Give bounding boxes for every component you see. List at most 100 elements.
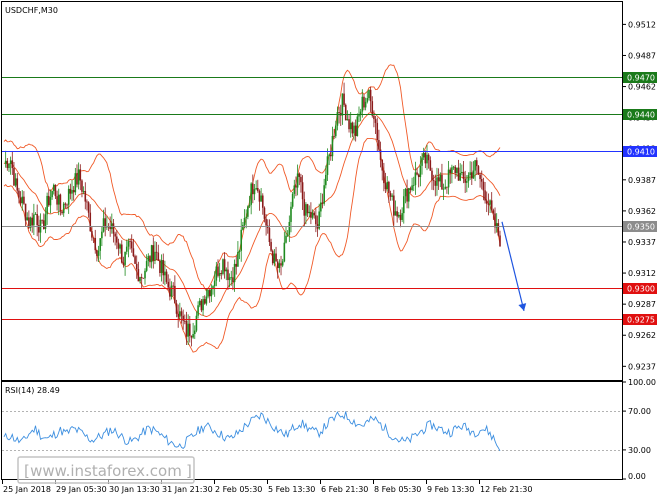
candle-body <box>134 256 136 264</box>
candle-body <box>296 173 299 188</box>
candle-body <box>257 187 259 191</box>
candle-body <box>446 186 448 188</box>
candle-body <box>61 211 63 214</box>
candle-body <box>167 281 170 288</box>
candle-body <box>434 180 437 186</box>
price-tick-label: 0.9462 <box>628 83 656 92</box>
candle-body <box>96 250 98 256</box>
candle-body <box>349 122 352 130</box>
candle-body <box>144 270 146 279</box>
candle-body <box>142 277 145 279</box>
candle-body <box>378 140 380 150</box>
candle-body <box>79 169 82 181</box>
price-tick-label: 0.9262 <box>628 331 656 340</box>
candle-body <box>467 175 470 182</box>
candle-body <box>441 174 443 190</box>
candle-body <box>188 323 191 336</box>
candle-body <box>315 215 317 225</box>
candle-body <box>179 311 181 317</box>
candle-body <box>409 188 412 191</box>
candle-body <box>202 299 204 311</box>
candle-body <box>305 204 307 216</box>
candle-body <box>494 213 496 228</box>
candle-body <box>461 171 463 174</box>
candle-body <box>424 152 427 164</box>
candle-body <box>469 172 471 176</box>
candle-body <box>470 172 473 179</box>
candle-body <box>250 183 252 205</box>
candle-body <box>86 201 88 203</box>
candle-body <box>145 261 148 271</box>
candle-body <box>393 195 395 216</box>
candle-body <box>21 196 24 204</box>
candle-body <box>285 235 287 243</box>
candle-body <box>451 167 453 174</box>
rsi-tick-label: 100.00 <box>628 378 656 387</box>
candle-body <box>56 196 58 205</box>
candle-body <box>91 231 93 238</box>
candle-body <box>412 185 415 186</box>
candle-body <box>278 263 281 269</box>
candle-body <box>414 172 417 186</box>
candle-body <box>130 241 133 249</box>
candle-body <box>175 303 178 314</box>
candle-body <box>384 183 387 190</box>
candle-body <box>102 218 105 232</box>
candle-body <box>190 335 193 338</box>
candle-body <box>154 251 156 261</box>
candle-body <box>210 287 213 297</box>
candle-body <box>238 250 241 253</box>
candle-body <box>150 245 153 263</box>
candle-body <box>341 93 344 116</box>
candle-body <box>180 311 183 316</box>
candle-body <box>31 217 34 226</box>
candle-body <box>9 160 12 164</box>
rsi-title: RSI(14) 28.49 <box>5 386 60 395</box>
candle-body <box>321 202 324 204</box>
candle-body <box>253 189 256 195</box>
candle-body <box>404 188 407 197</box>
candle-body <box>187 323 189 337</box>
candle-body <box>223 259 226 272</box>
candle-body <box>346 119 349 121</box>
time-tick-label: 5 Feb 13:30 <box>268 485 315 494</box>
candle-body <box>396 211 398 217</box>
candle-body <box>383 170 385 184</box>
chart-svg: 0.95120.94870.94620.94370.94120.93870.93… <box>0 0 664 498</box>
price-tick-label: 0.9512 <box>628 20 656 29</box>
candle-body <box>160 260 163 273</box>
candle-body <box>328 154 330 157</box>
candle-body <box>447 169 450 188</box>
candle-body <box>51 190 53 198</box>
time-tick-label: 6 Feb 21:30 <box>321 485 368 494</box>
candle-body <box>348 119 350 130</box>
candle-body <box>295 185 297 188</box>
candle-body <box>222 259 224 274</box>
candle-body <box>237 252 239 267</box>
candle-body <box>92 237 95 239</box>
candle-body <box>129 241 131 242</box>
chart-title: USDCHF,M30 <box>5 6 58 15</box>
candle-body <box>18 190 20 198</box>
candle-body <box>119 244 121 249</box>
price-tick-label: 0.9312 <box>628 269 656 278</box>
time-tick-label: 31 Jan 21:30 <box>162 485 213 494</box>
candle-body <box>417 174 420 178</box>
candle-body <box>389 193 392 197</box>
candle-body <box>351 122 354 134</box>
candle-body <box>69 188 72 194</box>
candle-body <box>46 195 48 215</box>
candle-body <box>87 202 90 213</box>
candle-body <box>172 285 175 287</box>
watermark-bracket-right: ] <box>186 462 192 480</box>
candle-body <box>152 245 155 261</box>
candle-body <box>480 178 483 182</box>
candle-body <box>334 125 337 137</box>
rsi-tick-label: 0.00 <box>628 472 646 481</box>
candle-body <box>195 315 198 331</box>
candle-body <box>364 101 367 108</box>
candle-body <box>407 188 410 202</box>
candle-body <box>429 160 432 171</box>
candle-body <box>273 253 276 264</box>
level-label: 0.9275 <box>627 316 655 325</box>
